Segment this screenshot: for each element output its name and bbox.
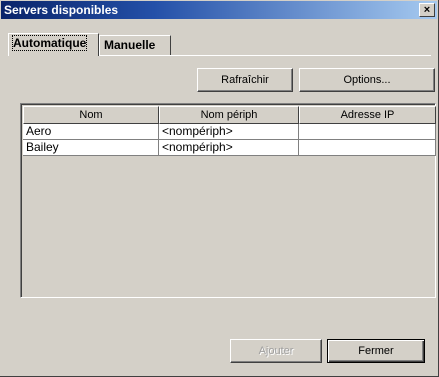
add-button-label: Ajouter: [258, 345, 294, 357]
options-button[interactable]: Options...: [299, 68, 435, 92]
column-header-adresse-ip-label: Adresse IP: [340, 109, 395, 121]
column-header-adresse-ip[interactable]: Adresse IP: [299, 106, 436, 124]
list-header: Nom Nom périph Adresse IP: [23, 106, 436, 124]
cell-adresse-ip: [299, 124, 436, 140]
column-header-nom-label: Nom: [79, 109, 103, 121]
add-button[interactable]: Ajouter: [230, 339, 322, 363]
close-dialog-button-label: Fermer: [358, 345, 394, 357]
tab-manuelle[interactable]: Manuelle: [99, 35, 171, 55]
tab-automatique-label: Automatique: [11, 35, 88, 51]
servers-list-frame: Nom Nom périph Adresse IP Aero <nompérip…: [21, 104, 436, 297]
table-row[interactable]: Aero <nompériph>: [23, 124, 436, 140]
close-icon: ×: [423, 4, 431, 16]
refresh-button-label: Rafraîchir: [221, 74, 269, 86]
table-row[interactable]: Bailey <nompériph>: [23, 140, 436, 156]
refresh-button[interactable]: Rafraîchir: [197, 68, 293, 92]
tab-automatique[interactable]: Automatique: [8, 33, 99, 56]
dialog-title: Servers disponibles: [4, 3, 119, 17]
title-bar[interactable]: Servers disponibles ×: [1, 1, 437, 19]
column-header-nom-periph-label: Nom périph: [200, 109, 258, 121]
close-dialog-button[interactable]: Fermer: [327, 339, 425, 363]
cell-nom: Aero: [23, 124, 159, 140]
column-header-nom[interactable]: Nom: [23, 106, 159, 124]
column-header-nom-periph[interactable]: Nom périph: [159, 106, 299, 124]
tab-manuelle-label: Manuelle: [104, 38, 156, 52]
cell-nom: Bailey: [23, 140, 159, 156]
close-button[interactable]: ×: [419, 3, 435, 17]
servers-dialog: Servers disponibles × Automatique Manuel…: [0, 0, 439, 377]
cell-adresse-ip: [299, 140, 436, 156]
servers-list[interactable]: Nom Nom périph Adresse IP Aero <nompérip…: [20, 103, 436, 298]
cell-nom-periph: <nompériph>: [159, 140, 299, 156]
cell-nom-periph: <nompériph>: [159, 124, 299, 140]
options-button-label: Options...: [343, 74, 391, 86]
